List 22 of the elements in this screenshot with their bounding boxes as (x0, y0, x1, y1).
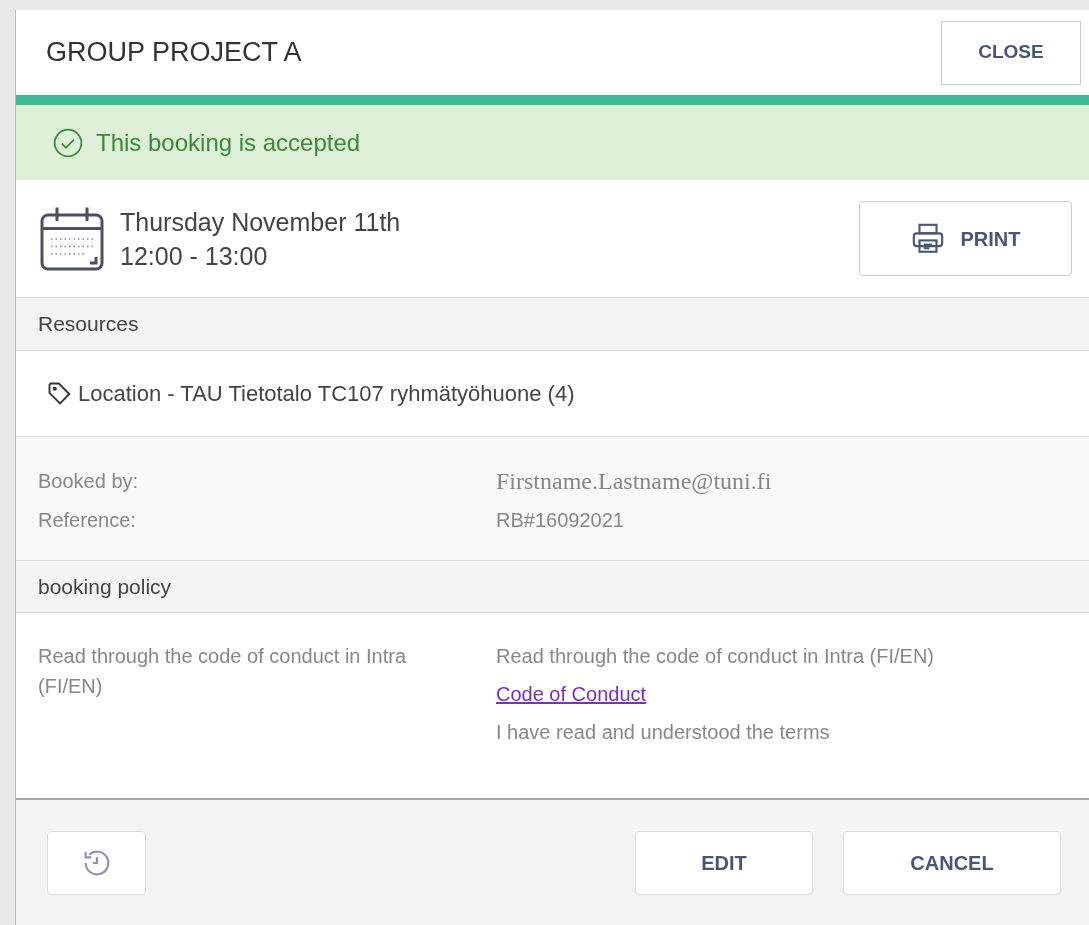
print-button[interactable]: PRINT (859, 201, 1072, 276)
detail-value: Firstname.Lastname@tuni.fi (496, 466, 772, 496)
detail-label: Booked by: (38, 468, 140, 494)
footer-button[interactable]: CANCEL (843, 830, 1061, 895)
check-circle-icon (52, 126, 84, 159)
booking-time: 12:00 - 13:00 (120, 240, 269, 272)
policy-name: Read through the code of conduct in Intra (FI/EN) (38, 644, 408, 699)
resource-name: Location - TAU Tietotalo TC107 ryhmätyöhuone (4) (78, 380, 575, 408)
acceptance-text: I have read and understood the terms (496, 720, 831, 745)
booking-date: Thursday November 11th (120, 206, 401, 238)
section-header: Resources (16, 298, 1089, 351)
history-button[interactable] (47, 830, 146, 895)
dialog-title: GROUP PROJECT A (46, 36, 302, 70)
close-button[interactable]: CLOSE (941, 20, 1081, 85)
policy-description: Read through the code of conduct in Intra (FI/EN) (496, 644, 936, 669)
footer-button[interactable]: EDIT (635, 830, 813, 895)
code-of-conduct-link[interactable]: Code of Conduct (496, 679, 647, 709)
detail-value: RB#16092021 (496, 507, 624, 533)
status-text: This booking is accepted (96, 127, 361, 158)
detail-label: Reference: (38, 507, 137, 533)
section-header: booking policy (16, 561, 1089, 613)
printer-icon (910, 221, 945, 256)
